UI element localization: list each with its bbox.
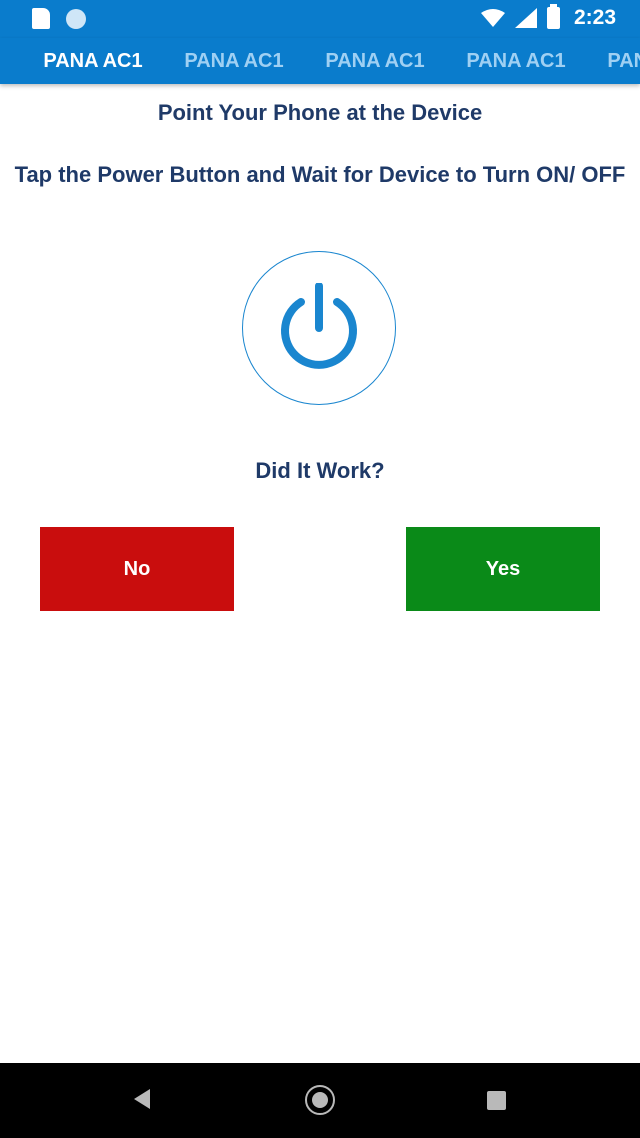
cellular-signal-icon [514,8,537,28]
tab-pana-ac1-5[interactable]: PANA AC1 [597,38,640,84]
instruction-tap-power: Tap the Power Button and Wait for Device… [14,162,626,187]
notification-dot-icon [66,8,86,29]
instruction-point-phone: Point Your Phone at the Device [157,100,483,125]
did-it-work-question: Did It Work? [255,458,385,483]
battery-icon [546,4,560,29]
tab-pana-ac1-2[interactable]: PANA AC1 [174,38,294,84]
tab-bar: PANA AC1 PANA AC1 PANA AC1 PANA AC1 PANA… [0,38,640,84]
status-bar-left [32,8,86,29]
navigation-bar [0,1063,640,1138]
home-icon[interactable] [305,1085,335,1115]
tab-pana-ac1-4[interactable]: PANA AC1 [456,38,576,84]
power-icon [281,283,357,369]
wifi-icon [480,9,505,27]
status-bar: 2:23 [0,0,640,38]
tab-pana-ac1-3[interactable]: PANA AC1 [315,38,435,84]
no-button[interactable]: No [40,527,234,611]
tab-pana-ac1-1[interactable]: PANA AC1 [33,38,153,84]
sd-card-icon [32,8,50,29]
back-icon[interactable] [132,1088,152,1110]
status-bar-right: 2:23 [480,4,616,30]
recent-apps-icon[interactable] [487,1091,506,1110]
status-time: 2:23 [573,6,616,29]
power-button[interactable] [242,251,396,405]
yes-button[interactable]: Yes [406,527,600,611]
